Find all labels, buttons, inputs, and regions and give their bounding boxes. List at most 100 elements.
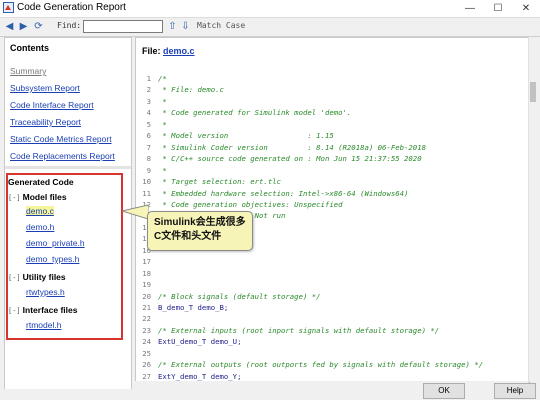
line-text: * Target selection: ert.tlc bbox=[158, 177, 282, 187]
scrollbar-thumb[interactable] bbox=[530, 82, 536, 102]
minimize-icon[interactable]: — bbox=[456, 0, 484, 17]
line-number: 17 bbox=[142, 257, 151, 267]
line-text: /* bbox=[158, 74, 167, 83]
group-label: Interface files bbox=[22, 305, 78, 315]
file-link-demo-c[interactable]: demo.c bbox=[26, 206, 54, 216]
forward-arrow-icon[interactable]: ▶ bbox=[18, 21, 29, 32]
line-number: 8 bbox=[146, 154, 151, 164]
nav-link-code-replacements-report[interactable]: Code Replacements Report bbox=[10, 151, 115, 161]
file-label: File: bbox=[142, 46, 161, 56]
line-text: * Model version : 1.15 bbox=[158, 131, 334, 141]
code-line: 12 * Code generation objectives: Unspeci… bbox=[136, 199, 526, 211]
line-number: 9 bbox=[146, 165, 151, 175]
code-line: 5 * bbox=[136, 119, 526, 131]
file-link-demo-types-h[interactable]: demo_types.h bbox=[26, 254, 79, 264]
match-case-option[interactable]: Match Case bbox=[197, 21, 245, 30]
line-number: 6 bbox=[146, 131, 151, 141]
line-number: 23 bbox=[142, 325, 151, 335]
group-label: Model files bbox=[22, 192, 67, 202]
file-title: File: demo.c bbox=[142, 46, 195, 56]
line-number: 7 bbox=[146, 142, 151, 152]
nav-link-summary[interactable]: Summary bbox=[10, 66, 46, 76]
line-number: 2 bbox=[146, 85, 151, 95]
line-number: 4 bbox=[146, 108, 151, 118]
line-text: ExtU_demo_T demo_U; bbox=[158, 337, 242, 347]
back-arrow-icon[interactable]: ◀ bbox=[4, 21, 15, 32]
generated-code-title: Generated Code bbox=[8, 177, 74, 187]
group-utility-files[interactable]: [-] Utility files bbox=[8, 272, 66, 282]
find-up-icon[interactable]: ⇧ bbox=[167, 21, 178, 32]
find-down-icon[interactable]: ⇩ bbox=[180, 21, 191, 32]
nav-link-code-interface-report[interactable]: Code Interface Report bbox=[10, 100, 94, 110]
line-number: 20 bbox=[142, 291, 151, 301]
nav-link-subsystem-report[interactable]: Subsystem Report bbox=[10, 83, 80, 93]
file-link-demo-private-h[interactable]: demo_private.h bbox=[26, 238, 85, 248]
help-button[interactable]: Help bbox=[494, 383, 536, 399]
file-name-link[interactable]: demo.c bbox=[163, 46, 195, 56]
nav-link-static-code-metrics-report[interactable]: Static Code Metrics Report bbox=[10, 134, 112, 144]
code-line: 24 ExtU_demo_T demo_U; bbox=[136, 336, 526, 348]
collapse-toggle[interactable]: [-] bbox=[8, 307, 21, 315]
line-number: 26 bbox=[142, 360, 151, 370]
code-line: 9 * bbox=[136, 165, 526, 177]
nav-link-traceability-report[interactable]: Traceability Report bbox=[10, 117, 81, 127]
line-text: * Code generated for Simulink model 'dem… bbox=[158, 108, 352, 118]
line-text: * Simulink Coder version : 8.14 (R2018a)… bbox=[158, 142, 426, 152]
app-icon bbox=[3, 2, 14, 13]
horizontal-scrollbar[interactable] bbox=[135, 381, 528, 389]
close-icon[interactable]: ✕ bbox=[512, 0, 540, 17]
line-number: 21 bbox=[142, 303, 151, 312]
line-number: 18 bbox=[142, 268, 151, 278]
nav-divider bbox=[5, 166, 131, 169]
refresh-icon[interactable]: ⟳ bbox=[33, 21, 44, 32]
line-text: /* External outputs (root outports fed b… bbox=[158, 360, 484, 370]
line-number: 11 bbox=[142, 188, 151, 198]
file-link-demo-h[interactable]: demo.h bbox=[26, 222, 54, 232]
code-line: 2 * File: demo.c bbox=[136, 84, 526, 96]
callout-text: Simulink会生成很多C文件和头文件 bbox=[154, 217, 246, 242]
group-interface-files[interactable]: [-] Interface files bbox=[8, 305, 77, 315]
code-line: 18 bbox=[136, 268, 526, 280]
line-text: * bbox=[158, 165, 167, 175]
title-bar: Code Generation Report — ☐ ✕ bbox=[0, 0, 540, 18]
line-text: * Code generation objectives: Unspecifie… bbox=[158, 199, 343, 209]
line-text: * bbox=[158, 96, 167, 106]
line-text: * File: demo.c bbox=[158, 85, 224, 95]
line-text: B_demo_T demo_B; bbox=[158, 303, 229, 312]
collapse-toggle[interactable]: [-] bbox=[8, 194, 21, 202]
navigation-pane: Contents Summary Subsystem Report Code I… bbox=[4, 37, 132, 391]
line-text: /* Block signals (default storage) */ bbox=[158, 291, 321, 301]
line-number: 10 bbox=[142, 177, 151, 187]
line-number: 19 bbox=[142, 280, 151, 290]
ok-button[interactable]: OK bbox=[423, 383, 465, 399]
file-link-rtwtypes-h[interactable]: rtwtypes.h bbox=[26, 287, 65, 297]
line-number: 3 bbox=[146, 96, 151, 106]
window-title: Code Generation Report bbox=[17, 2, 126, 13]
code-line: 19 bbox=[136, 279, 526, 291]
code-line: 8 * C/C++ source code generated on : Mon… bbox=[136, 153, 526, 165]
line-number: 25 bbox=[142, 348, 151, 358]
find-input[interactable] bbox=[83, 20, 163, 33]
code-line: 4 * Code generated for Simulink model 'd… bbox=[136, 107, 526, 119]
code-line: 23 /* External inputs (root inport signal… bbox=[136, 325, 526, 337]
file-link-rtmodel-h[interactable]: rtmodel.h bbox=[26, 320, 61, 330]
collapse-toggle[interactable]: [-] bbox=[8, 274, 21, 282]
line-text: * Embedded hardware selection: Intel->x8… bbox=[158, 188, 409, 198]
line-text: /* External inputs (root inport signals … bbox=[158, 325, 440, 335]
line-number: 22 bbox=[142, 314, 151, 324]
code-view-pane[interactable]: File: demo.c 1/* 2 * File: demo.c 3 * 4 * C… bbox=[135, 37, 530, 383]
annotation-callout: Simulink会生成很多C文件和头文件 bbox=[147, 211, 253, 251]
code-line: 20 /* Block signals (default storage) */ bbox=[136, 291, 526, 303]
code-line: 6 * Model version : 1.15 bbox=[136, 130, 526, 142]
line-number: 1 bbox=[146, 74, 151, 83]
line-text: * bbox=[158, 119, 167, 129]
code-line: 11 * Embedded hardware selection: Intel-… bbox=[136, 188, 526, 200]
code-line: 21 B_demo_T demo_B; bbox=[136, 302, 526, 314]
code-line: 26 /* External outputs (root outports fed… bbox=[136, 359, 526, 371]
maximize-icon[interactable]: ☐ bbox=[484, 0, 512, 17]
code-line: 1 /* bbox=[136, 73, 526, 85]
code-line: 17 bbox=[136, 256, 526, 268]
contents-title: Contents bbox=[10, 43, 49, 53]
group-model-files[interactable]: [-] Model files bbox=[8, 192, 67, 202]
code-line: 3 * bbox=[136, 96, 526, 108]
